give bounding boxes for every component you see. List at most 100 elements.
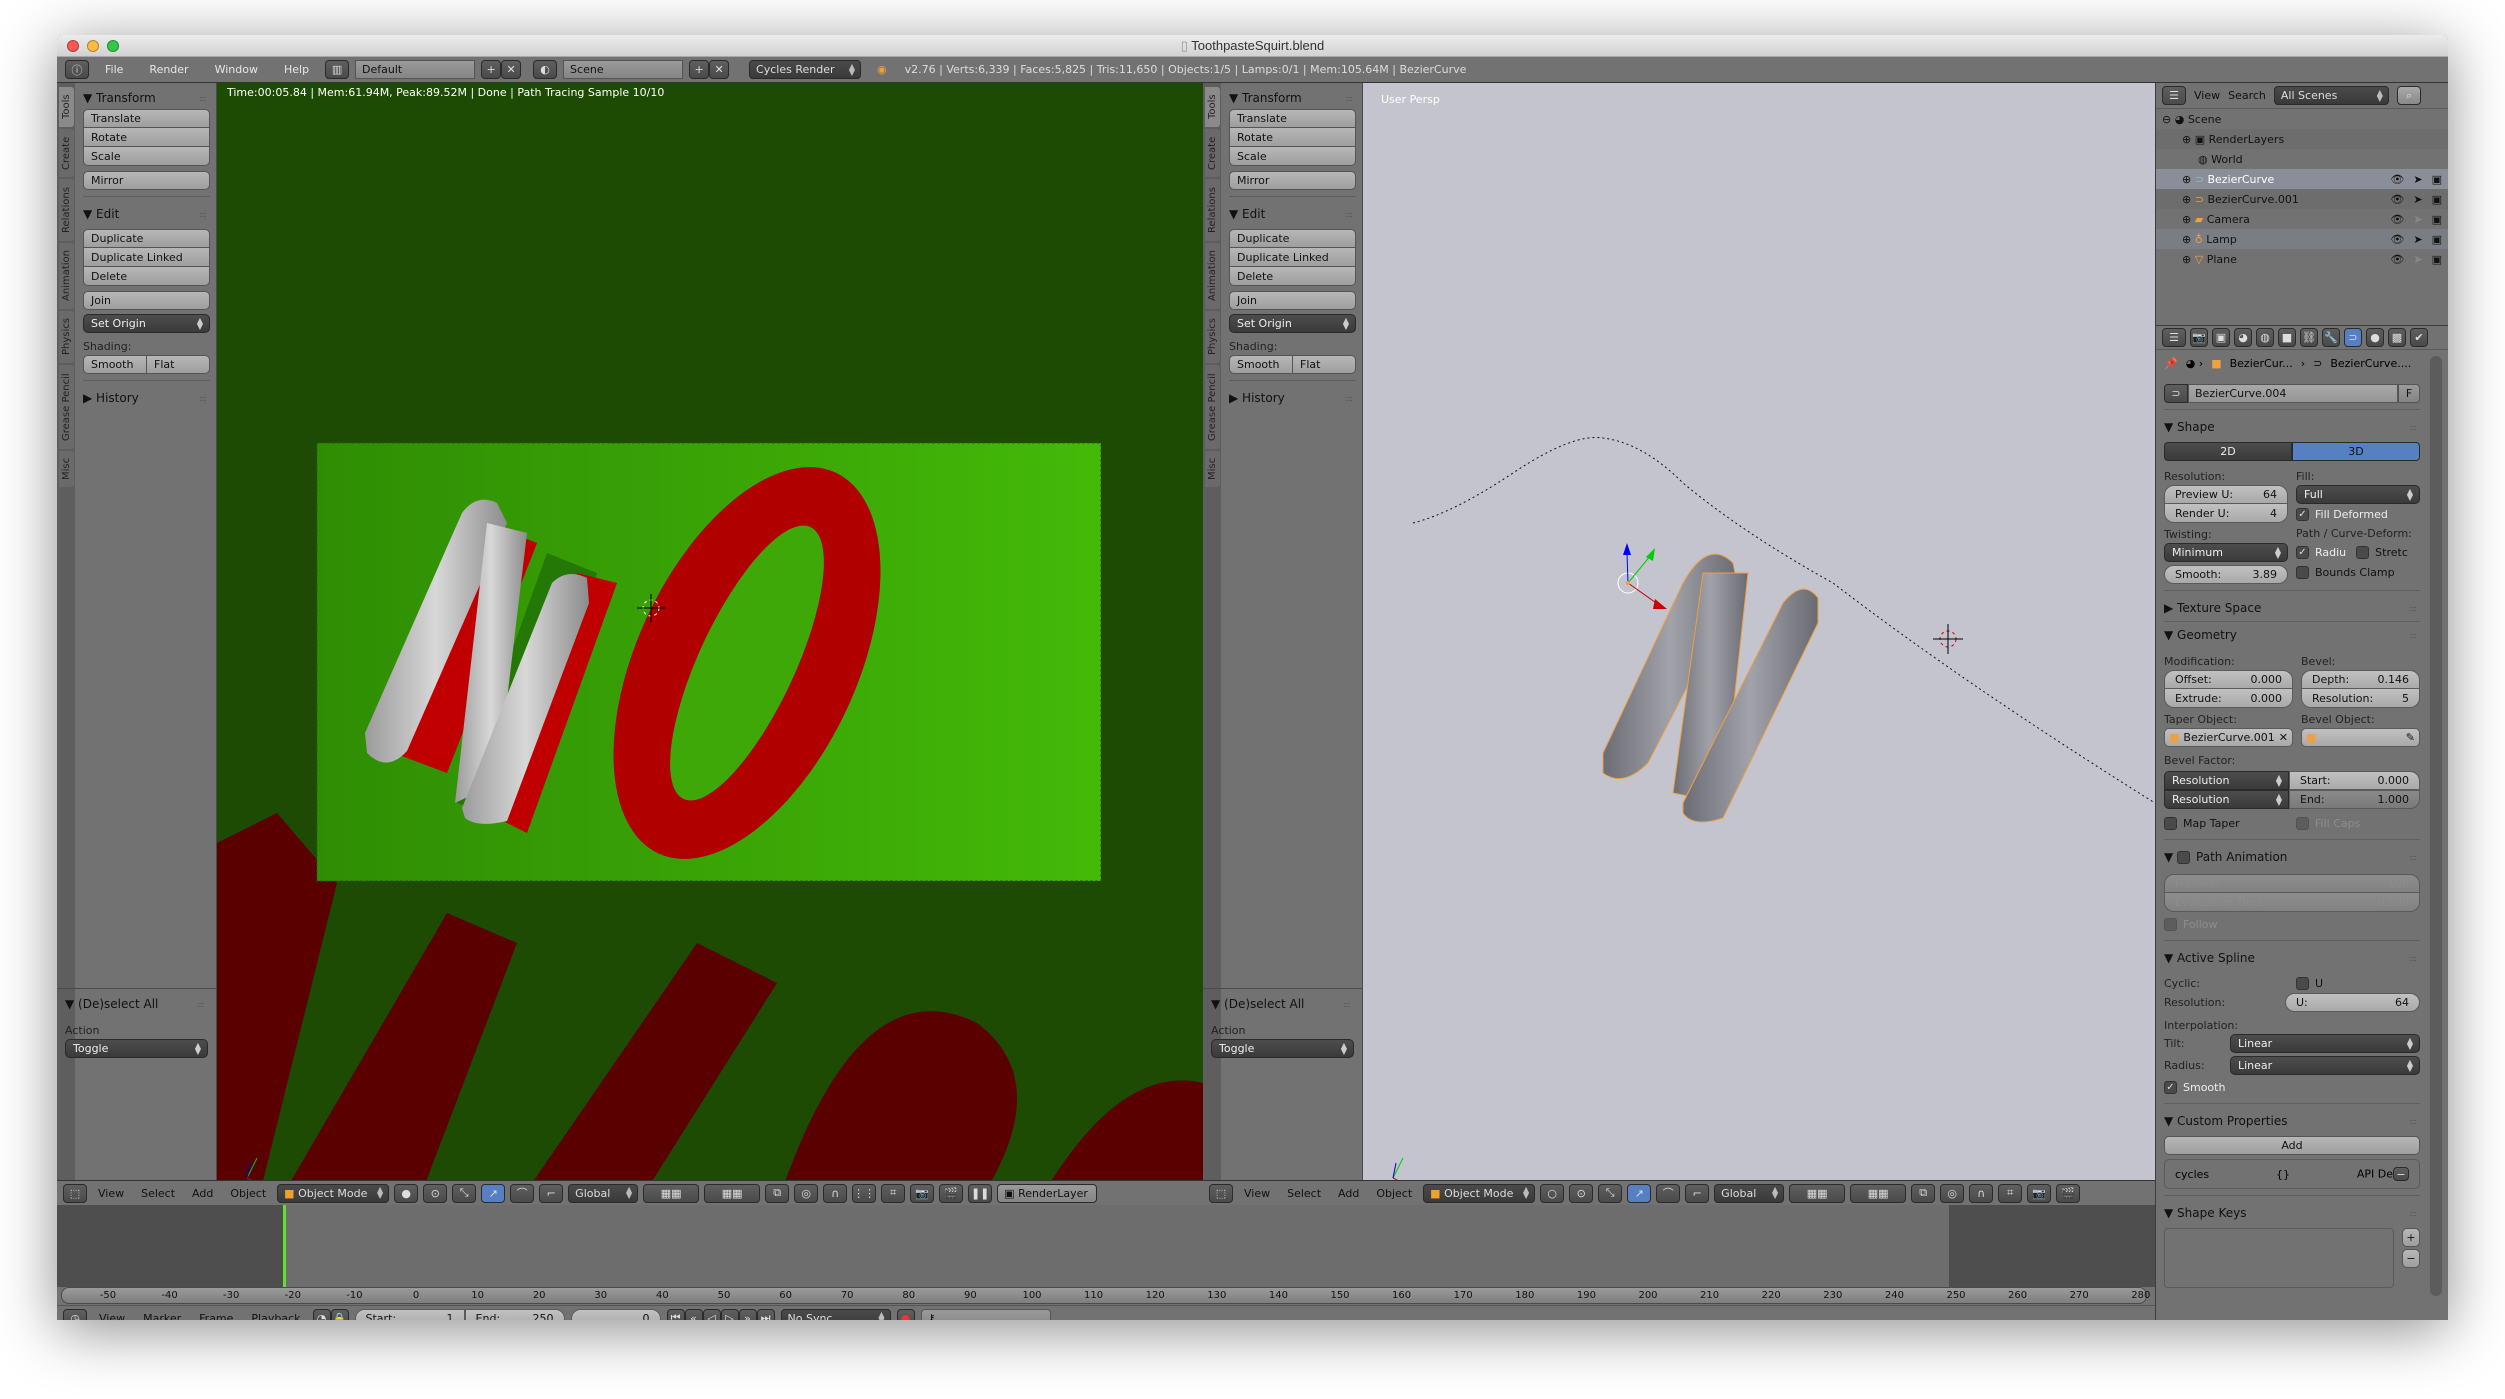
select-cursor-icon[interactable]: ➤ <box>2413 253 2422 266</box>
render-camera-icon[interactable]: ▣ <box>2432 233 2442 246</box>
eyedropper-icon[interactable]: ✎ <box>2406 731 2415 744</box>
duplicate-button-2[interactable]: Duplicate <box>1229 229 1356 248</box>
render-engine-select[interactable]: Cycles Render ▲ ▼ <box>749 60 862 79</box>
tab-curve-data-icon[interactable]: ⊃ <box>2344 328 2362 347</box>
tab-scene-icon[interactable]: ◕ <box>2234 328 2252 347</box>
visibility-eye-icon[interactable]: 👁 <box>2390 173 2404 186</box>
radius-interpolation-select[interactable]: Linear ▲ ▼ <box>2230 1056 2420 1075</box>
visibility-eye-icon[interactable]: 👁 <box>2390 253 2404 266</box>
action-select-2[interactable]: Toggle ▲ ▼ <box>1211 1039 1354 1058</box>
timeline-menu-frame[interactable]: Frame <box>193 1312 239 1321</box>
tab-tools[interactable]: Tools <box>59 87 74 127</box>
tab-physics-2[interactable]: Physics <box>1205 311 1220 363</box>
menu-add[interactable]: Add <box>186 1187 219 1200</box>
fill-select[interactable]: Full ▲ ▼ <box>2296 485 2420 504</box>
taper-object-field[interactable]: ■ BezierCurve.001 ✕ <box>2164 728 2294 747</box>
menu-window[interactable]: Window <box>205 63 268 76</box>
outliner-item-camera[interactable]: ⊕ ▰ Camera 👁 ➤ ▣ <box>2156 209 2448 229</box>
sync-select[interactable]: No Sync▲▼ <box>780 1308 891 1320</box>
viewport-shading-icon[interactable]: ● <box>394 1183 419 1203</box>
tab-texture-icon[interactable]: ▩ <box>2388 328 2406 347</box>
tab-create-2[interactable]: Create <box>1205 129 1220 177</box>
properties-scrollbar[interactable] <box>2430 356 2442 1296</box>
menu-select-2[interactable]: Select <box>1281 1187 1327 1200</box>
play-icon[interactable]: ▷ <box>720 1308 739 1320</box>
datablock-name-field[interactable]: BezierCurve.004 <box>2188 384 2398 403</box>
extrude-field[interactable]: Extrude: 0.000 <box>2164 689 2294 708</box>
add-property-button[interactable]: Add <box>2164 1136 2420 1155</box>
duplicate-button[interactable]: Duplicate <box>83 229 210 248</box>
action-select[interactable]: Toggle ▲ ▼ <box>65 1039 208 1058</box>
tilt-interpolation-select[interactable]: Linear ▲ ▼ <box>2230 1034 2420 1053</box>
jump-keyframe-forward-icon[interactable]: » <box>738 1308 757 1320</box>
timeline-menu-marker[interactable]: Marker <box>137 1312 187 1321</box>
path-animation-checkbox[interactable] <box>2177 850 2191 864</box>
render-image-icon-2[interactable]: 📷 <box>2027 1183 2052 1203</box>
render-camera-icon[interactable]: ▣ <box>2432 213 2442 226</box>
duplicate-linked-button[interactable]: Duplicate Linked <box>83 248 210 267</box>
outliner-search-icon[interactable]: ⌕ <box>2396 86 2421 105</box>
orientation-select-2[interactable]: Global ▲ ▼ <box>1714 1183 1785 1203</box>
tab-physics-icon[interactable]: ✔ <box>2410 328 2428 347</box>
rendered-viewport[interactable]: Time:00:05.84 | Mem:61.94M, Peak:89.52M … <box>217 83 1203 1205</box>
keying-set-field[interactable]: ⚷ <box>920 1308 1051 1320</box>
bevel-factor-end-mapping[interactable]: Resolution ▲ ▼ <box>2164 790 2289 809</box>
end-frame-field[interactable]: End: 250 <box>464 1308 565 1320</box>
lock-layers-icon[interactable]: ⧉ <box>765 1183 790 1203</box>
timeline-area[interactable] <box>57 1205 2155 1287</box>
tab-create[interactable]: Create <box>59 129 74 177</box>
outliner-search-menu[interactable]: Search <box>2228 89 2266 102</box>
timeline-menu-playback[interactable]: Playback <box>245 1312 306 1321</box>
menu-file[interactable]: File <box>95 63 133 76</box>
add-layout-icon[interactable]: + <box>481 60 502 79</box>
scale-manipulator-icon[interactable]: ⌐ <box>539 1183 564 1203</box>
tab-tools-2[interactable]: Tools <box>1205 87 1220 127</box>
follow-checkbox[interactable]: Follow <box>2164 914 2420 934</box>
map-taper-checkbox[interactable]: Map Taper <box>2164 813 2288 833</box>
close-window-button[interactable] <box>67 40 79 52</box>
menu-help[interactable]: Help <box>274 63 319 76</box>
tab-animation[interactable]: Animation <box>59 243 74 309</box>
rotate-manipulator-icon[interactable]: ⌒ <box>510 1183 535 1203</box>
texture-space-panel-header[interactable]: ▶ Texture Space:::: <box>2164 597 2420 619</box>
current-frame-line[interactable] <box>283 1205 286 1287</box>
flat-shading-button-2[interactable]: Flat <box>1293 355 1356 374</box>
scene-field[interactable]: Scene <box>563 60 684 79</box>
render-camera-icon[interactable]: ▣ <box>2432 173 2442 186</box>
orientation-select[interactable]: Global ▲ ▼ <box>568 1183 639 1203</box>
browse-curve-icon[interactable]: ⊃ <box>2164 384 2188 403</box>
smooth-field[interactable]: Smooth: 3.89 <box>2164 565 2288 584</box>
visibility-eye-icon[interactable]: 👁 <box>2390 213 2404 226</box>
record-icon[interactable]: ● <box>896 1308 915 1320</box>
start-frame-field[interactable]: Start: 1 <box>354 1308 465 1320</box>
snap-element-icon[interactable]: ⋮⋮ <box>852 1183 877 1203</box>
jump-start-icon[interactable]: ⏮ <box>666 1308 685 1320</box>
select-cursor-icon[interactable]: ➤ <box>2413 193 2422 206</box>
translate-manipulator-icon-2[interactable]: ↗ <box>1627 1183 1652 1203</box>
operator-panel-header[interactable]: ▼ (De)select All:::: <box>65 993 208 1015</box>
render-image-icon[interactable]: 📷 <box>910 1183 935 1203</box>
spline-resolution-u-field[interactable]: U: 64 <box>2285 993 2420 1012</box>
history-panel-header-2[interactable]: ▶ History:::: <box>1229 387 1356 409</box>
scale-button[interactable]: Scale <box>83 147 210 166</box>
tab-relations-2[interactable]: Relations <box>1205 179 1220 241</box>
translate-button-2[interactable]: Translate <box>1229 109 1356 128</box>
shape-keys-list[interactable] <box>2164 1228 2394 1288</box>
viewport-shading-icon-2[interactable]: ○ <box>1540 1183 1565 1203</box>
scale-button-2[interactable]: Scale <box>1229 147 1356 166</box>
manipulator-toggle-icon-2[interactable]: ⤡ <box>1598 1183 1623 1203</box>
delete-button-2[interactable]: Delete <box>1229 267 1356 286</box>
pivot-point-icon-2[interactable]: ⊙ <box>1569 1183 1594 1203</box>
snap-icon[interactable]: ∩ <box>823 1183 848 1203</box>
bevel-start-field[interactable]: Start: 0.000 <box>2289 771 2420 790</box>
delete-button[interactable]: Delete <box>83 267 210 286</box>
tab-grease-pencil[interactable]: Grease Pencil <box>59 365 74 449</box>
render-layer-select[interactable]: ▣ RenderLayer <box>997 1183 1098 1203</box>
history-panel-header[interactable]: ▶ History:::: <box>83 387 210 409</box>
fill-deformed-checkbox[interactable]: ✓ Fill Deformed <box>2296 504 2420 524</box>
transform-panel-header-2[interactable]: ▼ Transform:::: <box>1229 87 1356 109</box>
menu-render[interactable]: Render <box>139 63 198 76</box>
scene-icon[interactable]: ◐ <box>533 60 558 79</box>
rotate-button-2[interactable]: Rotate <box>1229 128 1356 147</box>
editor-type-3d-icon[interactable]: ⬚ <box>63 1183 87 1203</box>
